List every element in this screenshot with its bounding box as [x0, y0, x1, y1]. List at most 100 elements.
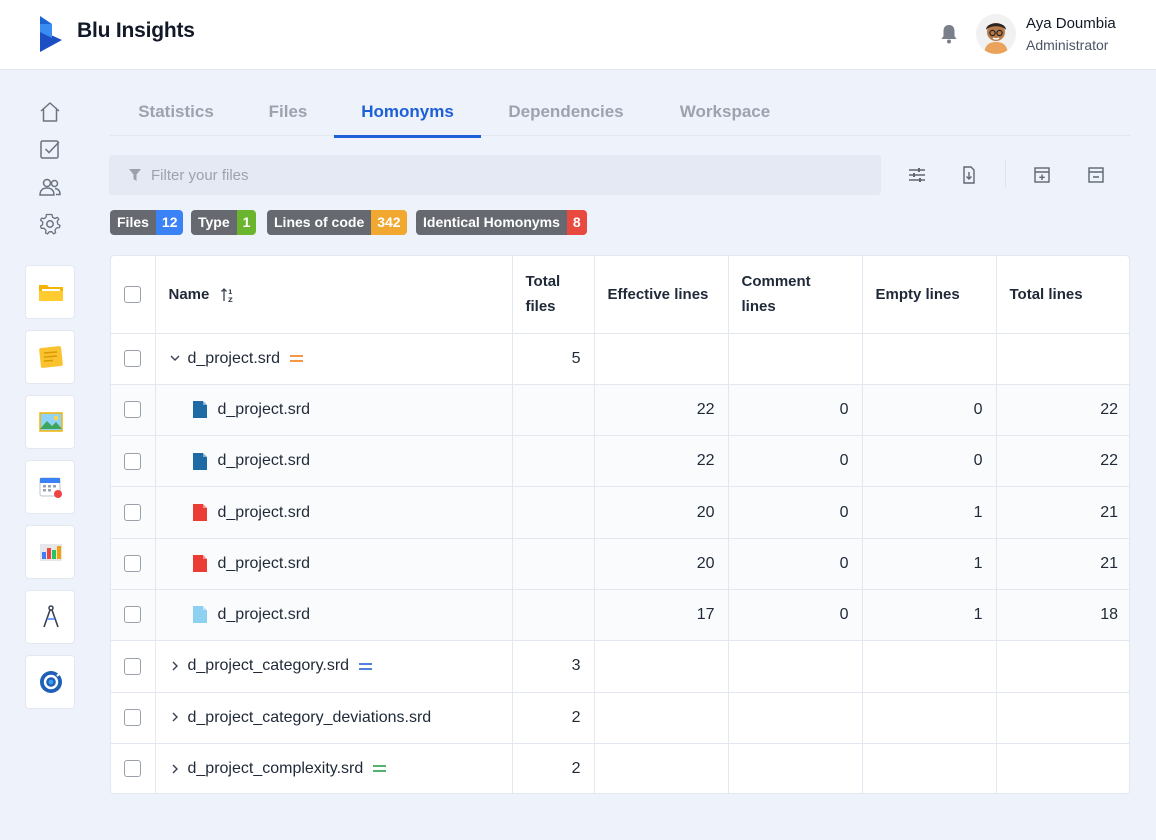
- expand-all-icon[interactable]: [1032, 165, 1052, 185]
- table-row-file[interactable]: d_project.srd 22 0 0 22: [111, 384, 1129, 437]
- row-checkbox[interactable]: [124, 452, 142, 470]
- svg-text:1: 1: [228, 288, 233, 296]
- collapse-all-icon[interactable]: [1086, 165, 1106, 185]
- table-row-group[interactable]: d_project_category.srd 3: [111, 640, 1129, 693]
- effective-lines-cell: [594, 743, 729, 793]
- image-app-tile[interactable]: [25, 395, 75, 449]
- effective-lines-cell: 20: [594, 538, 729, 590]
- column-header-total-lines[interactable]: Total lines: [996, 256, 1129, 334]
- column-header-total-files[interactable]: Total files: [512, 256, 595, 334]
- row-select-cell: [111, 743, 156, 793]
- row-select-cell: [111, 435, 156, 488]
- name-cell: d_project.srd: [155, 384, 513, 437]
- effective-lines-cell: 22: [594, 435, 729, 488]
- user-name[interactable]: Aya Doumbia: [1026, 15, 1116, 32]
- effective-lines-cell: 20: [594, 486, 729, 539]
- table-row-group[interactable]: d_project_complexity.srd 2: [111, 743, 1129, 793]
- chevron-right-icon[interactable]: [168, 659, 182, 673]
- home-icon[interactable]: [38, 100, 62, 124]
- total-lines-cell: 22: [996, 384, 1129, 437]
- select-all-cell: [111, 256, 156, 334]
- select-all-checkbox[interactable]: [124, 286, 142, 304]
- settings-icon[interactable]: [38, 212, 62, 236]
- row-checkbox[interactable]: [124, 606, 142, 624]
- chevron-down-icon[interactable]: [168, 351, 182, 365]
- row-checkbox[interactable]: [124, 349, 142, 367]
- folder-app-tile[interactable]: [25, 265, 75, 319]
- tasks-icon[interactable]: [38, 137, 62, 161]
- table-row-file[interactable]: d_project.srd 22 0 0 22: [111, 435, 1129, 488]
- file-icon: [192, 555, 207, 573]
- column-header-name[interactable]: Name 1 Z: [155, 256, 513, 334]
- row-checkbox[interactable]: [124, 555, 142, 573]
- blu-insights-logo-icon[interactable]: [38, 16, 64, 52]
- total-lines-cell: 21: [996, 486, 1129, 539]
- export-file-icon[interactable]: [959, 165, 979, 185]
- image-app-icon: [39, 412, 63, 432]
- row-checkbox[interactable]: [124, 708, 142, 726]
- settings-sliders-icon[interactable]: [907, 165, 927, 185]
- user-avatar[interactable]: [976, 14, 1016, 54]
- notes-app-tile[interactable]: [25, 330, 75, 384]
- column-header-effective-lines[interactable]: Effective lines: [594, 256, 729, 334]
- badge-count: 342: [371, 210, 407, 235]
- tab-homonyms[interactable]: Homonyms: [334, 88, 481, 138]
- tab-dependencies[interactable]: Dependencies: [501, 88, 631, 136]
- table-row-file[interactable]: d_project.srd 20 0 1 21: [111, 486, 1129, 539]
- tab-files[interactable]: Files: [255, 88, 321, 136]
- name-cell: d_project.srd: [155, 435, 513, 488]
- cycle-app-tile[interactable]: [25, 655, 75, 709]
- chevron-right-icon[interactable]: [168, 762, 182, 776]
- total-lines-cell: 22: [996, 435, 1129, 488]
- comment-lines-cell: [728, 743, 863, 793]
- column-header-comment-lines[interactable]: Comment lines: [728, 256, 863, 334]
- table-row-group[interactable]: d_project_category_deviations.srd 2: [111, 692, 1129, 744]
- notification-bell-icon[interactable]: [940, 24, 958, 44]
- table-row-group[interactable]: d_project.srd 5: [111, 333, 1129, 385]
- calendar-app-tile[interactable]: [25, 460, 75, 514]
- row-name: d_project.srd: [217, 400, 311, 418]
- sort-ascending-icon[interactable]: 1 Z: [220, 287, 236, 303]
- comment-lines-cell: [728, 640, 863, 693]
- table-row-file[interactable]: d_project.srd 20 0 1 21: [111, 538, 1129, 590]
- comment-lines-cell: 0: [728, 384, 863, 437]
- equal-icon: [373, 765, 387, 773]
- row-checkbox[interactable]: [124, 401, 142, 419]
- filter-input[interactable]: [151, 155, 851, 195]
- row-name: d_project.srd: [187, 349, 281, 367]
- row-checkbox[interactable]: [124, 657, 142, 675]
- empty-lines-cell: 1: [862, 538, 997, 590]
- funnel-icon: [129, 169, 141, 181]
- tab-workspace[interactable]: Workspace: [672, 88, 778, 136]
- total-lines-cell: [996, 333, 1129, 385]
- compass-app-tile[interactable]: [25, 590, 75, 644]
- name-cell: d_project_category.srd: [155, 640, 513, 693]
- chevron-right-icon[interactable]: [168, 710, 182, 724]
- effective-lines-cell: [594, 333, 729, 385]
- badge-label: Files: [110, 210, 156, 235]
- tab-bar: Statistics Files Homonyms Dependencies W…: [110, 88, 1130, 138]
- table-row-file[interactable]: d_project.srd 17 0 1 18: [111, 589, 1129, 642]
- row-select-cell: [111, 486, 156, 539]
- dashboard-app-icon: [40, 544, 62, 561]
- users-icon[interactable]: [38, 175, 62, 199]
- effective-lines-cell: [594, 640, 729, 693]
- row-checkbox[interactable]: [124, 760, 142, 778]
- avatar-icon: [976, 14, 1016, 54]
- compass-app-icon: [43, 605, 59, 628]
- total-files-cell: [512, 538, 595, 590]
- effective-lines-cell: 22: [594, 384, 729, 437]
- row-select-cell: [111, 640, 156, 693]
- identical-homonyms-badge: Identical Homonyms 8: [416, 210, 587, 235]
- dashboard-app-tile[interactable]: [25, 525, 75, 579]
- row-checkbox[interactable]: [124, 503, 142, 521]
- name-cell: d_project_complexity.srd: [155, 743, 513, 793]
- total-files-cell: [512, 589, 595, 642]
- badge-label: Type: [191, 210, 237, 235]
- file-icon: [192, 503, 207, 521]
- column-header-empty-lines[interactable]: Empty lines: [862, 256, 997, 334]
- tab-statistics[interactable]: Statistics: [130, 88, 222, 136]
- total-files-cell: 2: [512, 743, 595, 793]
- comment-lines-cell: 0: [728, 589, 863, 642]
- top-header: Blu Insights Aya Doumbia Administrator: [0, 0, 1156, 70]
